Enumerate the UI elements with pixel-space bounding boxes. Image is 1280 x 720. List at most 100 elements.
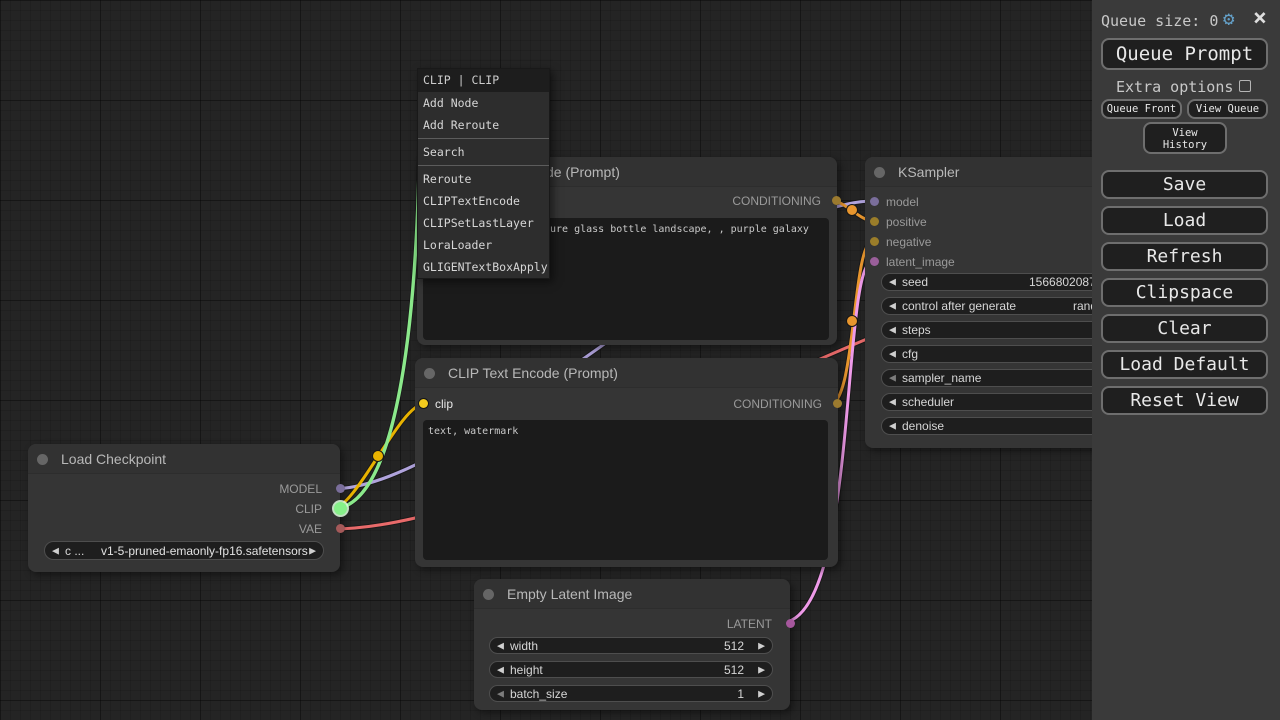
widget-label: height <box>510 663 543 677</box>
close-icon[interactable]: × <box>1253 5 1267 31</box>
prompt-text: ture glass bottle landscape, , purple ga… <box>544 224 809 235</box>
node-title-bar[interactable]: Empty Latent Image <box>474 579 790 609</box>
node-title-bar[interactable]: Load Checkpoint <box>28 444 340 474</box>
input-port-positive[interactable] <box>870 217 879 226</box>
output-label-latent: LATENT <box>727 617 772 631</box>
extra-options-checkbox[interactable] <box>1239 80 1251 92</box>
menu-item-loraloader[interactable]: LoraLoader <box>418 234 549 256</box>
decrement-icon[interactable]: ◀ <box>497 640 504 651</box>
extra-options-label: Extra options <box>1116 78 1233 96</box>
increment-icon[interactable]: ▶ <box>758 664 765 675</box>
output-port-conditioning[interactable] <box>832 196 841 205</box>
output-port-model[interactable] <box>336 484 345 493</box>
decrement-icon[interactable]: ◀ <box>889 324 896 335</box>
next-icon[interactable]: ▶ <box>309 545 316 556</box>
decrement-icon[interactable]: ◀ <box>889 420 896 431</box>
node-clip-text-encode-2[interactable]: CLIP Text Encode (Prompt) clip CONDITION… <box>415 358 838 567</box>
queue-prompt-button[interactable]: Queue Prompt <box>1101 38 1268 70</box>
widget-label: control after generate <box>902 299 1016 313</box>
widget-denoise[interactable]: ◀ denoise <box>881 417 1114 435</box>
widget-value: 512 <box>724 639 744 653</box>
save-button[interactable]: Save <box>1101 170 1268 199</box>
menu-item-gligentextboxapply[interactable]: GLIGENTextBoxApply <box>418 256 549 278</box>
wire-drag-clip[interactable] <box>332 72 420 509</box>
input-label-positive: positive <box>886 215 927 229</box>
output-label-clip: CLIP <box>295 502 322 516</box>
input-port-latent-image[interactable] <box>870 257 879 266</box>
reset-view-button[interactable]: Reset View <box>1101 386 1268 415</box>
node-empty-latent-image[interactable]: Empty Latent Image LATENT ◀ width 512 ▶ … <box>474 579 790 710</box>
widget-label: width <box>510 639 538 653</box>
increment-icon[interactable]: ▶ <box>758 688 765 699</box>
prev-icon[interactable]: ◀ <box>52 545 59 556</box>
widget-value: 1566802087 <box>1029 275 1096 289</box>
output-port-latent[interactable] <box>786 619 795 628</box>
widget-scheduler[interactable]: ◀ scheduler <box>881 393 1114 411</box>
decrement-icon[interactable]: ◀ <box>889 372 896 383</box>
prompt-textarea[interactable]: text, watermark <box>423 420 828 560</box>
prompt-text: text, watermark <box>428 426 518 437</box>
decrement-icon[interactable]: ◀ <box>497 664 504 675</box>
widget-seed[interactable]: ◀ seed 1566802087 <box>881 273 1114 291</box>
node-title: KSampler <box>898 164 959 180</box>
widget-label: denoise <box>902 419 944 433</box>
menu-item-add-reroute[interactable]: Add Reroute <box>418 114 549 136</box>
node-title: Load Checkpoint <box>61 451 166 467</box>
output-port-clip[interactable] <box>334 502 347 515</box>
link-dot-positive[interactable] <box>847 205 858 216</box>
input-label-clip: clip <box>435 397 453 411</box>
menu-item-clipsetlastlayer[interactable]: CLIPSetLastLayer <box>418 212 549 234</box>
widget-label: batch_size <box>510 687 567 701</box>
node-ksampler[interactable]: KSampler model positive negative latent_… <box>865 157 1130 448</box>
comfyui-app: CLIP Text Encode (Prompt) CONDITIONING t… <box>0 0 1280 720</box>
widget-steps[interactable]: ◀ steps <box>881 321 1114 339</box>
sidebar-panel: Queue size: 0 ⚙ × Queue Prompt Extra opt… <box>1092 0 1280 720</box>
node-title: CLIP Text Encode (Prompt) <box>448 365 618 381</box>
decrement-icon[interactable]: ◀ <box>497 688 504 699</box>
menu-item-cliptextencode[interactable]: CLIPTextEncode <box>418 190 549 212</box>
view-history-button[interactable]: View History <box>1143 122 1227 154</box>
node-status-dot <box>424 368 435 379</box>
node-status-dot <box>37 454 48 465</box>
link-dot-clip[interactable] <box>373 451 384 462</box>
menu-separator <box>418 138 549 139</box>
node-title-bar[interactable]: CLIP Text Encode (Prompt) <box>415 358 838 388</box>
output-port-vae[interactable] <box>336 524 345 533</box>
load-button[interactable]: Load <box>1101 206 1268 235</box>
widget-height[interactable]: ◀ height 512 ▶ <box>489 661 773 678</box>
widget-width[interactable]: ◀ width 512 ▶ <box>489 637 773 654</box>
widget-label: cfg <box>902 347 918 361</box>
widget-value: 512 <box>724 663 744 677</box>
clear-button[interactable]: Clear <box>1101 314 1268 343</box>
widget-cfg[interactable]: ◀ cfg <box>881 345 1114 363</box>
load-default-button[interactable]: Load Default <box>1101 350 1268 379</box>
queue-front-button[interactable]: Queue Front <box>1101 99 1182 119</box>
menu-separator <box>418 165 549 166</box>
refresh-button[interactable]: Refresh <box>1101 242 1268 271</box>
widget-batch-size[interactable]: ◀ batch_size 1 ▶ <box>489 685 773 702</box>
node-load-checkpoint[interactable]: Load Checkpoint MODEL CLIP VAE ◀ c ... v… <box>28 444 340 572</box>
decrement-icon[interactable]: ◀ <box>889 396 896 407</box>
input-port-clip[interactable] <box>419 399 428 408</box>
widget-value: 1 <box>737 687 744 701</box>
node-title-bar[interactable]: KSampler <box>865 157 1130 187</box>
input-port-negative[interactable] <box>870 237 879 246</box>
settings-gear-icon[interactable]: ⚙ <box>1223 8 1234 30</box>
clipspace-button[interactable]: Clipspace <box>1101 278 1268 307</box>
decrement-icon[interactable]: ◀ <box>889 348 896 359</box>
menu-item-add-node[interactable]: Add Node <box>418 92 549 114</box>
output-port-conditioning[interactable] <box>833 399 842 408</box>
input-port-model[interactable] <box>870 197 879 206</box>
link-dot-negative[interactable] <box>847 316 858 327</box>
view-queue-button[interactable]: View Queue <box>1187 99 1268 119</box>
decrement-icon[interactable]: ◀ <box>889 300 896 311</box>
increment-icon[interactable]: ▶ <box>758 640 765 651</box>
node-status-dot <box>483 589 494 600</box>
widget-ckpt-name[interactable]: ◀ c ... v1-5-pruned-emaonly-fp16.safeten… <box>44 541 324 560</box>
widget-value: v1-5-pruned-emaonly-fp16.safetensors <box>101 544 308 558</box>
menu-item-search[interactable]: Search <box>418 141 549 163</box>
widget-sampler-name[interactable]: ◀ sampler_name <box>881 369 1114 387</box>
decrement-icon[interactable]: ◀ <box>889 276 896 287</box>
widget-control-after-generate[interactable]: ◀ control after generate randomize <box>881 297 1114 315</box>
menu-item-reroute[interactable]: Reroute <box>418 168 549 190</box>
